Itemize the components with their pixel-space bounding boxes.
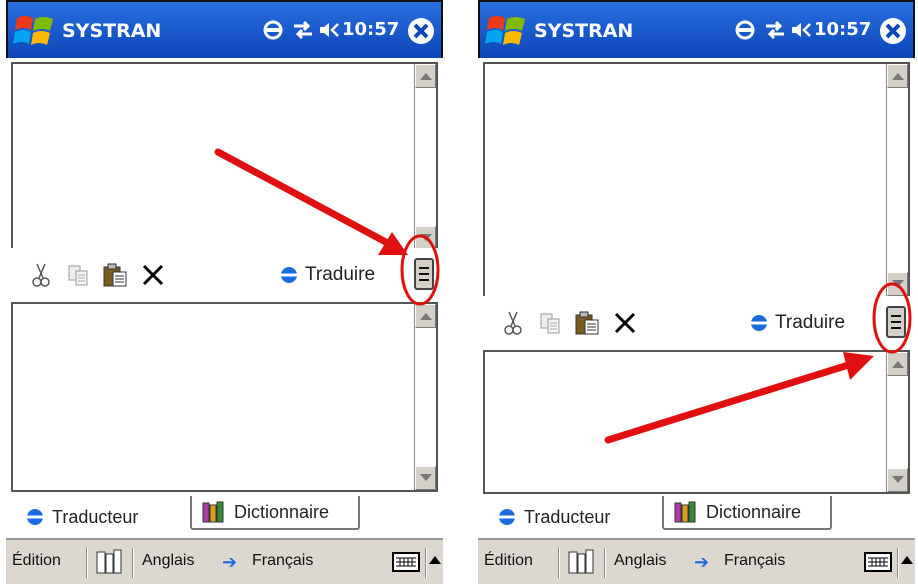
source-scrollbar[interactable]: [886, 64, 908, 296]
systran-translate-icon: [281, 267, 297, 283]
app-title: SYSTRAN: [534, 20, 634, 42]
menu-separator: [132, 548, 133, 578]
title-bar: SYSTRAN 10:57: [6, 0, 443, 58]
menu-separator: [897, 548, 898, 578]
keyboard-icon[interactable]: [392, 549, 422, 575]
target-scrollbar[interactable]: [414, 304, 436, 490]
systran-translate-icon: [751, 315, 767, 331]
systran-translate-icon: [27, 509, 43, 525]
scroll-up-button[interactable]: [887, 64, 908, 88]
translate-label: Traduire: [775, 312, 846, 333]
splitter-handle-icon[interactable]: [886, 306, 906, 338]
connectivity-icon[interactable]: [292, 16, 314, 44]
scroll-up-arrow-icon: [892, 73, 904, 80]
connectivity-icon[interactable]: [764, 16, 786, 44]
paste-icon[interactable]: [102, 262, 128, 288]
scroll-down-button[interactable]: [415, 226, 436, 250]
edit-toolbar: Traduire: [478, 296, 915, 348]
dictionary-books-icon[interactable]: [566, 548, 596, 576]
scroll-down-arrow-icon: [892, 280, 904, 287]
keyboard-icon[interactable]: [864, 549, 894, 575]
device-screen-left: SYSTRAN 10:57 Traduire Traducteur Dictio…: [6, 0, 443, 584]
windows-start-icon[interactable]: [13, 10, 57, 52]
scroll-up-button[interactable]: [415, 64, 436, 88]
title-bar: SYSTRAN 10:57: [478, 0, 915, 58]
systran-sync-icon[interactable]: [734, 16, 756, 44]
menu-bar: Édition Anglais ➔ Français: [478, 538, 915, 584]
clear-icon[interactable]: [140, 262, 166, 288]
windows-start-icon[interactable]: [485, 10, 529, 52]
tab-dictionary[interactable]: Dictionnaire: [190, 496, 360, 530]
scroll-up-arrow-icon: [420, 73, 432, 80]
target-language[interactable]: Français: [252, 552, 313, 570]
target-scrollbar[interactable]: [886, 352, 908, 492]
volume-icon[interactable]: [790, 16, 812, 44]
tab-translator[interactable]: Traducteur: [18, 500, 147, 534]
cut-icon[interactable]: [500, 310, 526, 336]
target-language[interactable]: Français: [724, 552, 785, 570]
device-screen-right: SYSTRAN 10:57 Traduire Traducteur Dictio…: [478, 0, 915, 584]
tab-dictionary-label: Dictionnaire: [234, 501, 330, 522]
clear-icon[interactable]: [612, 310, 638, 336]
app-title: SYSTRAN: [62, 20, 162, 42]
dictionary-books-icon: [202, 501, 224, 523]
tab-translator-label: Traducteur: [524, 506, 611, 527]
menu-separator: [86, 548, 87, 578]
tab-strip: Traducteur Dictionnaire: [6, 496, 443, 536]
systran-sync-icon[interactable]: [262, 16, 284, 44]
dictionary-books-icon[interactable]: [94, 548, 124, 576]
scroll-up-button[interactable]: [415, 304, 436, 328]
source-scrollbar[interactable]: [414, 64, 436, 250]
language-direction-icon: ➔: [694, 552, 710, 572]
source-text-area[interactable]: [11, 62, 438, 252]
close-icon[interactable]: [878, 16, 908, 46]
sip-up-arrow-icon[interactable]: [901, 556, 913, 564]
sip-up-arrow-icon[interactable]: [429, 556, 441, 564]
scroll-up-arrow-icon: [420, 313, 432, 320]
tab-translator[interactable]: Traducteur: [490, 500, 619, 534]
systran-translate-icon: [499, 509, 515, 525]
scroll-down-button[interactable]: [887, 272, 908, 296]
edit-menu[interactable]: Édition: [484, 552, 533, 570]
splitter-handle-icon[interactable]: [414, 258, 434, 290]
tab-dictionary-label: Dictionnaire: [706, 501, 802, 522]
source-text-area[interactable]: [483, 62, 910, 298]
source-language[interactable]: Anglais: [614, 552, 666, 570]
copy-icon[interactable]: [66, 262, 92, 288]
menu-separator: [558, 548, 559, 578]
language-direction-icon: ➔: [222, 552, 238, 572]
translate-label: Traduire: [305, 264, 376, 285]
cut-icon[interactable]: [28, 262, 54, 288]
menu-separator: [604, 548, 605, 578]
menu-separator: [425, 548, 426, 578]
close-icon[interactable]: [406, 16, 436, 46]
dictionary-books-icon: [674, 501, 696, 523]
tab-dictionary[interactable]: Dictionnaire: [662, 496, 832, 530]
scroll-up-arrow-icon: [892, 361, 904, 368]
copy-icon[interactable]: [538, 310, 564, 336]
translate-button[interactable]: Traduire: [280, 261, 375, 289]
scroll-down-button[interactable]: [887, 468, 908, 492]
volume-icon[interactable]: [318, 16, 340, 44]
tab-strip: Traducteur Dictionnaire: [478, 496, 915, 536]
source-language[interactable]: Anglais: [142, 552, 194, 570]
clock-time: 10:57: [342, 19, 400, 40]
target-text-area[interactable]: [483, 350, 910, 494]
paste-icon[interactable]: [574, 310, 600, 336]
menu-bar: Édition Anglais ➔ Français: [6, 538, 443, 584]
clock-time: 10:57: [814, 19, 872, 40]
translate-button[interactable]: Traduire: [750, 309, 845, 337]
scroll-down-button[interactable]: [415, 466, 436, 490]
edit-menu[interactable]: Édition: [12, 552, 61, 570]
edit-toolbar: Traduire: [6, 248, 443, 300]
target-text-area[interactable]: [11, 302, 438, 492]
scroll-up-button[interactable]: [887, 352, 908, 376]
tab-translator-label: Traducteur: [52, 506, 139, 527]
scroll-down-arrow-icon: [420, 474, 432, 481]
scroll-down-arrow-icon: [892, 476, 904, 483]
scroll-down-arrow-icon: [420, 234, 432, 241]
